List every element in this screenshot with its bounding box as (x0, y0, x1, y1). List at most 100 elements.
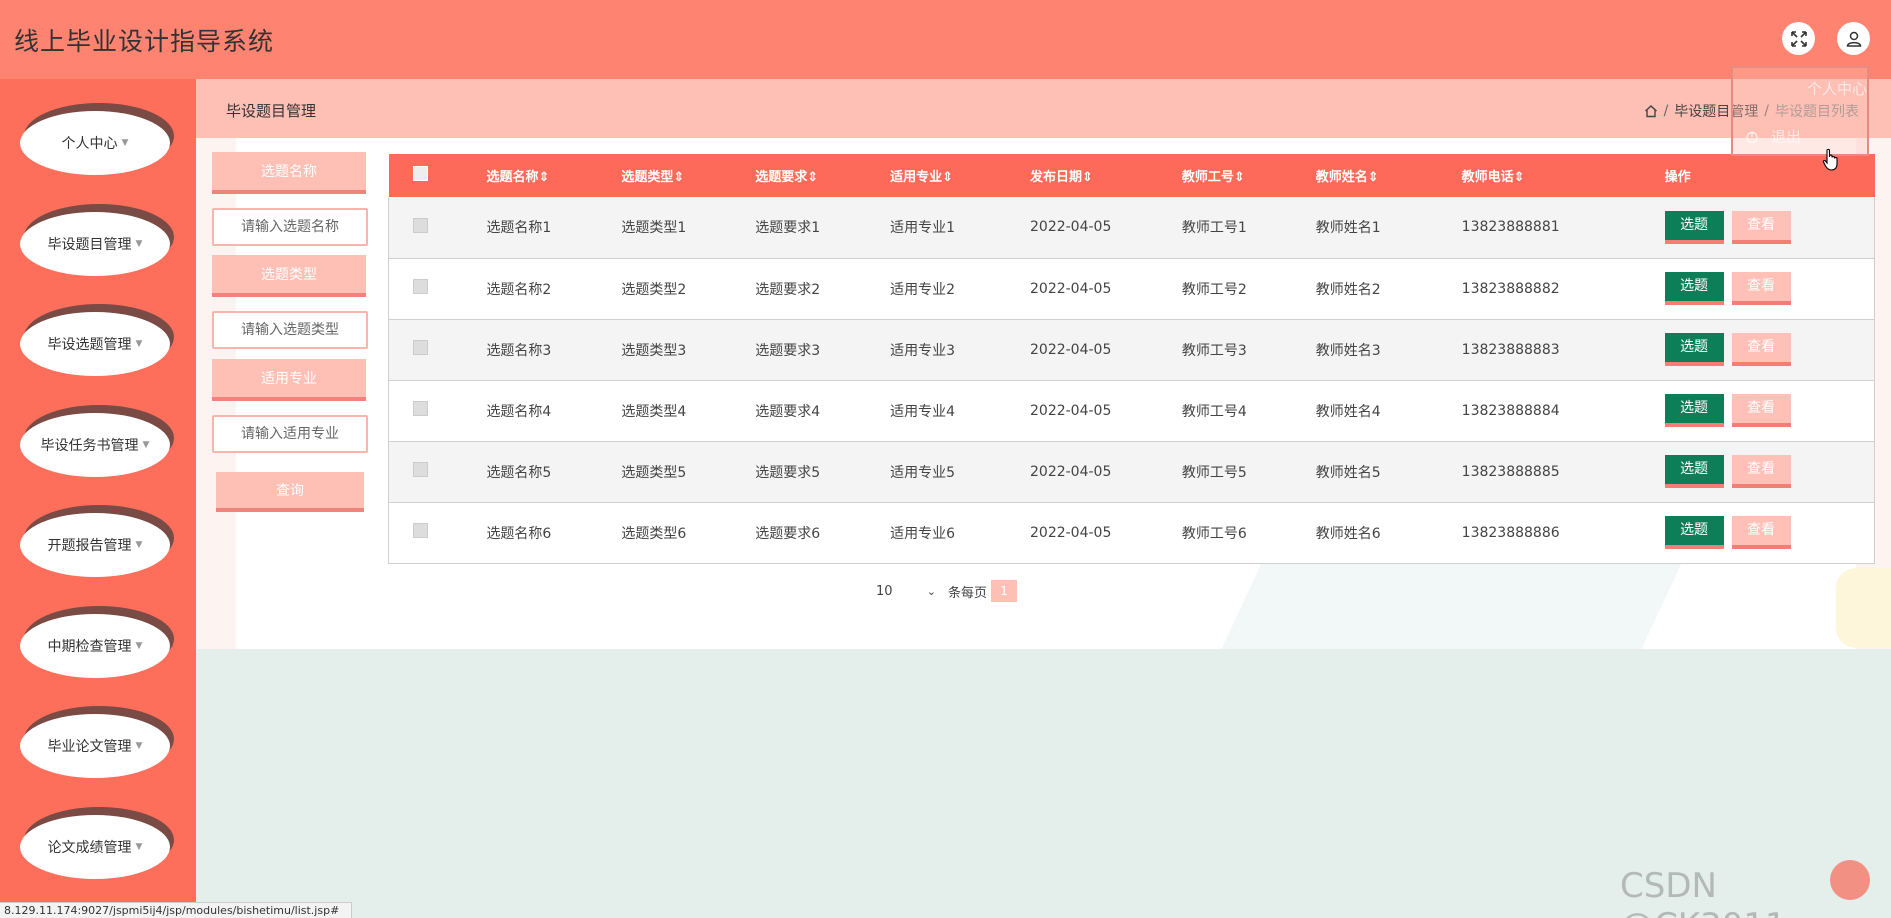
table-cell: 教师工号1 (1181, 220, 1247, 237)
caret-down-icon: ▼ (135, 540, 143, 550)
table-cell: 适用专业1 (890, 220, 956, 237)
sort-icon: ⇕ (807, 170, 819, 185)
view-button[interactable]: 查看 (1731, 272, 1791, 305)
dropdown-item-personal-center[interactable]: 个人中心 (1733, 78, 1867, 99)
table-cell: 选题要求3 (755, 342, 821, 359)
table-cell: 教师姓名2 (1315, 281, 1381, 298)
table-cell: 教师工号6 (1181, 525, 1247, 542)
view-button[interactable]: 查看 (1731, 333, 1791, 366)
browser-status-url: 8.129.11.174:9027/jspmi5ij4/jsp/modules/… (0, 902, 352, 918)
table-cell: 选题类型5 (621, 464, 687, 481)
pick-topic-button[interactable]: 选题 (1664, 210, 1724, 244)
column-header[interactable]: 发布日期⇕ (1030, 154, 1182, 197)
page-size-select[interactable]: 10 ⌄ (876, 584, 936, 599)
column-header[interactable]: 教师姓名⇕ (1316, 154, 1462, 197)
view-button[interactable]: 查看 (1731, 210, 1791, 244)
sidebar-item-proposal-management[interactable]: 开题报告管理 ▼ (20, 505, 174, 579)
row-checkbox[interactable] (413, 279, 428, 294)
table-row: 选题名称2 选题类型2 选题要求2 适用专业2 2022-04-05 教师工号2 教师姓名2… (388, 258, 1875, 319)
select-all-checkbox[interactable] (412, 166, 428, 181)
table-cell: 2022-04-05 (1030, 219, 1112, 236)
topic-type-input[interactable] (212, 311, 368, 349)
table-cell: 13823888882 (1461, 280, 1560, 297)
sort-icon: ⇕ (942, 170, 954, 185)
home-icon[interactable] (1644, 104, 1658, 118)
search-label-major: 适用专业 (212, 359, 366, 401)
view-button[interactable]: 查看 (1731, 516, 1791, 549)
row-checkbox[interactable] (413, 523, 428, 538)
sort-icon: ⇕ (1367, 170, 1379, 185)
column-header[interactable]: 教师工号⇕ (1182, 154, 1316, 197)
sidebar-item-task-management[interactable]: 毕设任务书管理 ▼ (20, 405, 174, 479)
table-cell: 13823888883 (1461, 341, 1560, 358)
table-row: 选题名称6 选题类型6 选题要求6 适用专业6 2022-04-05 教师工号6 教师姓名6… (388, 502, 1875, 563)
column-header[interactable]: 适用专业⇕ (890, 154, 1030, 197)
table-row: 选题名称1 选题类型1 选题要求1 适用专业1 2022-04-05 教师工号1 教师姓名1… (388, 197, 1875, 258)
pointer-cursor-icon (1822, 148, 1838, 171)
user-menu-button[interactable] (1837, 22, 1870, 55)
power-icon (1746, 131, 1758, 143)
sort-icon: ⇕ (538, 170, 550, 185)
table-row: 选题名称3 选题类型3 选题要求3 适用专业3 2022-04-05 教师工号3 教师姓名3… (388, 319, 1875, 380)
sidebar-item-label: 中期检查管理 (47, 639, 132, 655)
table-cell: 适用专业5 (890, 464, 956, 481)
table-cell: 13823888884 (1461, 402, 1560, 419)
table-cell: 13823888886 (1461, 524, 1560, 541)
table-cell: 2022-04-05 (1030, 280, 1112, 297)
breadcrumb-bar: 毕设题目管理 / 毕设题目管理 / 毕设题目列表 (196, 79, 1891, 138)
row-checkbox[interactable] (413, 462, 428, 477)
view-button[interactable]: 查看 (1731, 394, 1791, 427)
topic-table: 选题名称⇕ 选题类型⇕ 选题要求⇕ 适用专业⇕ 发布日期⇕ 教师工号⇕ 教师姓名… (388, 154, 1875, 564)
topic-name-input[interactable] (212, 208, 368, 246)
sidebar-item-thesis-management[interactable]: 毕业论文管理 ▼ (20, 706, 174, 780)
pick-topic-button[interactable]: 选题 (1664, 394, 1724, 427)
pick-topic-button[interactable]: 选题 (1664, 516, 1724, 549)
sidebar-item-label: 开题报告管理 (47, 538, 132, 554)
logout-label: 退出 (1771, 128, 1802, 146)
table-cell: 选题类型4 (621, 403, 687, 420)
dropdown-item-logout[interactable]: 退出 (1733, 126, 1867, 147)
sidebar-item-topic-management[interactable]: 毕设题目管理 ▼ (20, 204, 174, 278)
table-header-row: 选题名称⇕ 选题类型⇕ 选题要求⇕ 适用专业⇕ 发布日期⇕ 教师工号⇕ 教师姓名… (388, 154, 1875, 197)
major-input[interactable] (212, 415, 368, 453)
table-cell: 适用专业3 (890, 342, 956, 359)
table-cell: 教师姓名5 (1315, 464, 1381, 481)
column-header[interactable]: 选题要求⇕ (755, 154, 890, 197)
pagination: 10 ⌄ 条每页 1 (876, 580, 1018, 602)
fullscreen-button[interactable] (1782, 22, 1815, 55)
chevron-down-icon: ⌄ (926, 584, 936, 598)
sidebar-item-label: 论文成绩管理 (47, 840, 132, 856)
caret-down-icon: ▼ (135, 741, 143, 751)
table-cell: 选题名称3 (486, 342, 552, 359)
column-header[interactable]: 选题名称⇕ (486, 154, 621, 197)
row-checkbox[interactable] (413, 217, 428, 233)
sidebar-item-selection-management[interactable]: 毕设选题管理 ▼ (20, 304, 174, 378)
row-checkbox[interactable] (413, 340, 428, 355)
sidebar-item-grade-management[interactable]: 论文成绩管理 ▼ (20, 807, 174, 881)
table-cell: 适用专业4 (890, 403, 956, 420)
table-cell: 适用专业2 (890, 281, 956, 298)
view-button[interactable]: 查看 (1731, 455, 1791, 488)
sidebar-item-personal-center[interactable]: 个人中心 ▼ (20, 103, 174, 177)
column-header: 操作 (1664, 170, 1691, 185)
table-cell: 选题名称1 (486, 220, 552, 237)
column-header[interactable]: 选题类型⇕ (621, 154, 755, 197)
sort-icon: ⇕ (673, 170, 685, 185)
page-size-value: 10 (876, 583, 893, 599)
table-cell: 教师姓名6 (1315, 525, 1381, 542)
pick-topic-button[interactable]: 选题 (1664, 272, 1724, 305)
pick-topic-button[interactable]: 选题 (1664, 333, 1724, 366)
table-cell: 选题名称5 (486, 464, 552, 481)
breadcrumb-separator: / (1663, 103, 1669, 119)
table-cell: 选题名称4 (486, 403, 552, 420)
row-checkbox[interactable] (413, 401, 428, 416)
page-number[interactable]: 1 (991, 580, 1018, 602)
column-header[interactable]: 教师电话⇕ (1462, 154, 1665, 197)
sidebar-item-midterm-management[interactable]: 中期检查管理 ▼ (20, 606, 174, 680)
search-button[interactable]: 查询 (216, 472, 364, 512)
pick-topic-button[interactable]: 选题 (1664, 455, 1724, 488)
sort-icon: ⇕ (1513, 170, 1525, 185)
sort-icon: ⇕ (1082, 170, 1093, 185)
table-cell: 2022-04-05 (1030, 402, 1112, 419)
table-cell: 2022-04-05 (1030, 524, 1112, 541)
